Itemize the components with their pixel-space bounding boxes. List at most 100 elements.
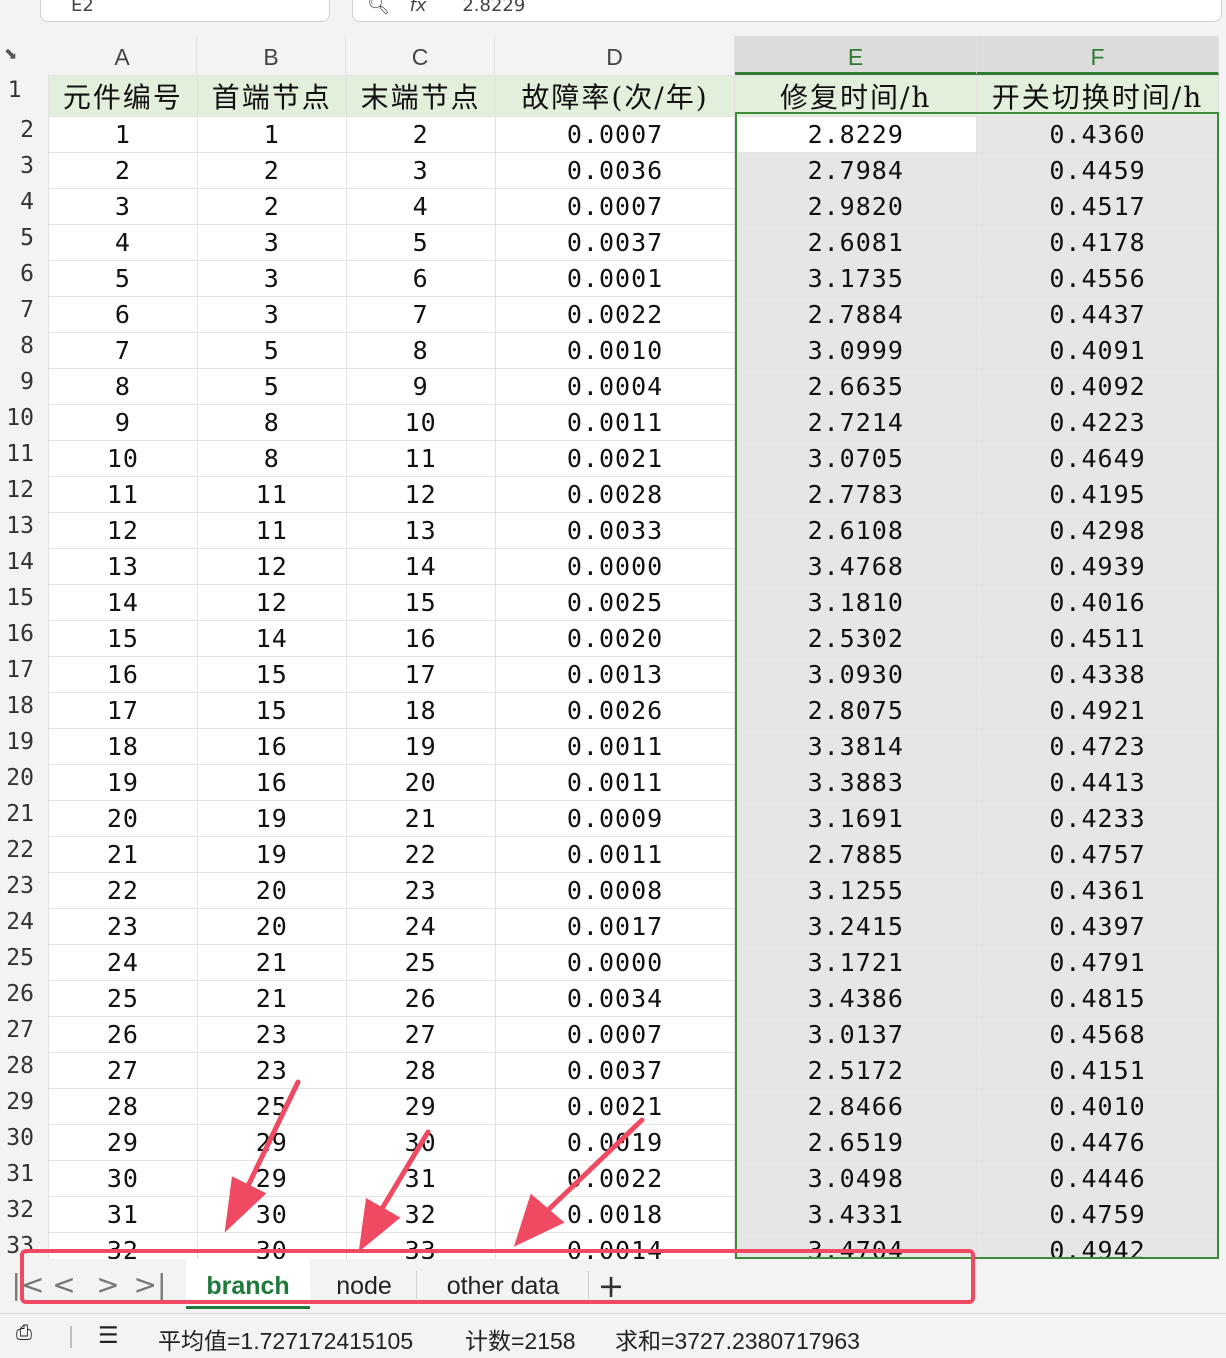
vertical-scroll-edge[interactable] (1219, 36, 1226, 1298)
cell[interactable]: 0.4360 (976, 116, 1219, 153)
cell[interactable]: 3.1735 (734, 260, 978, 297)
cell[interactable]: 23 (48, 908, 198, 945)
cell[interactable]: 0.0026 (494, 692, 736, 729)
cell[interactable]: 15 (196, 692, 347, 729)
cell[interactable]: 11 (48, 476, 198, 513)
row-number[interactable]: 5 (0, 220, 34, 256)
cell[interactable]: 3.0498 (734, 1160, 978, 1197)
cell[interactable]: 19 (196, 800, 347, 837)
macro-record-icon[interactable]: ⎙ (16, 1322, 32, 1345)
row-number[interactable]: 4 (0, 184, 34, 220)
cell[interactable]: 8 (48, 368, 198, 405)
tab-node[interactable]: node (312, 1259, 416, 1309)
row-number[interactable]: 7 (0, 292, 34, 328)
row-number[interactable]: 2 (0, 112, 34, 148)
cell[interactable]: 0.4791 (976, 944, 1219, 981)
cell[interactable]: 13 (48, 548, 198, 585)
cell[interactable]: 8 (345, 332, 496, 369)
cell[interactable]: 13 (345, 512, 496, 549)
row-number[interactable]: 30 (0, 1120, 34, 1156)
cell[interactable]: 12 (48, 512, 198, 549)
cell[interactable]: 31 (48, 1196, 198, 1233)
cell[interactable]: 12 (196, 548, 347, 585)
cell[interactable]: 3 (196, 224, 347, 261)
cell[interactable]: 21 (48, 836, 198, 873)
cell[interactable]: 20 (345, 764, 496, 801)
row-number[interactable]: 23 (0, 868, 34, 904)
cell[interactable]: 14 (196, 620, 347, 657)
cell[interactable]: 14 (48, 584, 198, 621)
cell[interactable]: 3 (196, 296, 347, 333)
cell[interactable]: 0.0007 (494, 1016, 736, 1053)
cell[interactable]: 2.8229 (734, 116, 978, 153)
cell[interactable]: 2.7783 (734, 476, 978, 513)
cell[interactable]: 0.4178 (976, 224, 1219, 261)
cell[interactable]: 30 (196, 1196, 347, 1233)
cell[interactable]: 0.0018 (494, 1196, 736, 1233)
cell[interactable]: 2.8466 (734, 1088, 978, 1125)
row-number[interactable]: 16 (0, 616, 34, 652)
cell[interactable]: 27 (48, 1052, 198, 1089)
cell[interactable]: 3.1691 (734, 800, 978, 837)
cell[interactable]: 0.0034 (494, 980, 736, 1017)
cell[interactable]: 0.4397 (976, 908, 1219, 945)
cell[interactable]: 15 (345, 584, 496, 621)
cell[interactable]: 0.4942 (976, 1232, 1219, 1259)
row-number[interactable]: 11 (0, 436, 34, 472)
row-number[interactable]: 32 (0, 1192, 34, 1228)
cell[interactable]: 26 (48, 1016, 198, 1053)
cell[interactable]: 0.0010 (494, 332, 736, 369)
cell[interactable]: 17 (345, 656, 496, 693)
cell[interactable]: 0.4815 (976, 980, 1219, 1017)
row-number[interactable]: 24 (0, 904, 34, 940)
cell[interactable]: 0.0011 (494, 404, 736, 441)
cell[interactable]: 3.0705 (734, 440, 978, 477)
cell[interactable]: 0.4446 (976, 1160, 1219, 1197)
cell[interactable]: 0.0013 (494, 656, 736, 693)
row-number[interactable]: 9 (0, 364, 34, 400)
cell[interactable]: 0.4476 (976, 1124, 1219, 1161)
cell[interactable]: 0.0022 (494, 296, 736, 333)
column-header-b[interactable]: B (197, 36, 346, 75)
row-number[interactable]: 15 (0, 580, 34, 616)
cell[interactable]: 29 (196, 1124, 347, 1161)
cell[interactable]: 6 (48, 296, 198, 333)
cell[interactable]: 16 (345, 620, 496, 657)
cell[interactable]: 23 (196, 1052, 347, 1089)
cell[interactable]: 8 (196, 404, 347, 441)
cell[interactable]: 0.4338 (976, 656, 1219, 693)
cell[interactable]: 0.0000 (494, 548, 736, 585)
row-number[interactable]: 28 (0, 1048, 34, 1084)
row-number[interactable]: 17 (0, 652, 34, 688)
cell[interactable]: 0.0007 (494, 116, 736, 153)
row-number[interactable]: 22 (0, 832, 34, 868)
row-number[interactable]: 20 (0, 760, 34, 796)
cell[interactable]: 2 (48, 152, 198, 189)
cell[interactable]: 21 (196, 980, 347, 1017)
cell[interactable]: 3.1721 (734, 944, 978, 981)
header-cell[interactable]: 元件编号 (48, 75, 198, 117)
cell[interactable]: 3.0137 (734, 1016, 978, 1053)
cell[interactable]: 3.0999 (734, 332, 978, 369)
cell[interactable]: 3.1810 (734, 584, 978, 621)
cell[interactable]: 0.4413 (976, 764, 1219, 801)
cell[interactable]: 0.0000 (494, 944, 736, 981)
cell[interactable]: 14 (345, 548, 496, 585)
cell[interactable]: 31 (345, 1160, 496, 1197)
cell[interactable]: 0.0021 (494, 1088, 736, 1125)
cell[interactable]: 0.4511 (976, 620, 1219, 657)
row-number[interactable]: 10 (0, 400, 34, 436)
cell[interactable]: 27 (345, 1016, 496, 1053)
cell[interactable]: 3.4768 (734, 548, 978, 585)
cell[interactable]: 15 (48, 620, 198, 657)
cell[interactable]: 17 (48, 692, 198, 729)
cell[interactable]: 7 (345, 296, 496, 333)
cell[interactable]: 0.4091 (976, 332, 1219, 369)
cell[interactable]: 23 (196, 1016, 347, 1053)
row-number[interactable]: 25 (0, 940, 34, 976)
cell[interactable]: 28 (48, 1088, 198, 1125)
cell[interactable]: 3.2415 (734, 908, 978, 945)
cell[interactable]: 0.0025 (494, 584, 736, 621)
tab-other-data[interactable]: other data (418, 1259, 588, 1309)
cell[interactable]: 0.0019 (494, 1124, 736, 1161)
